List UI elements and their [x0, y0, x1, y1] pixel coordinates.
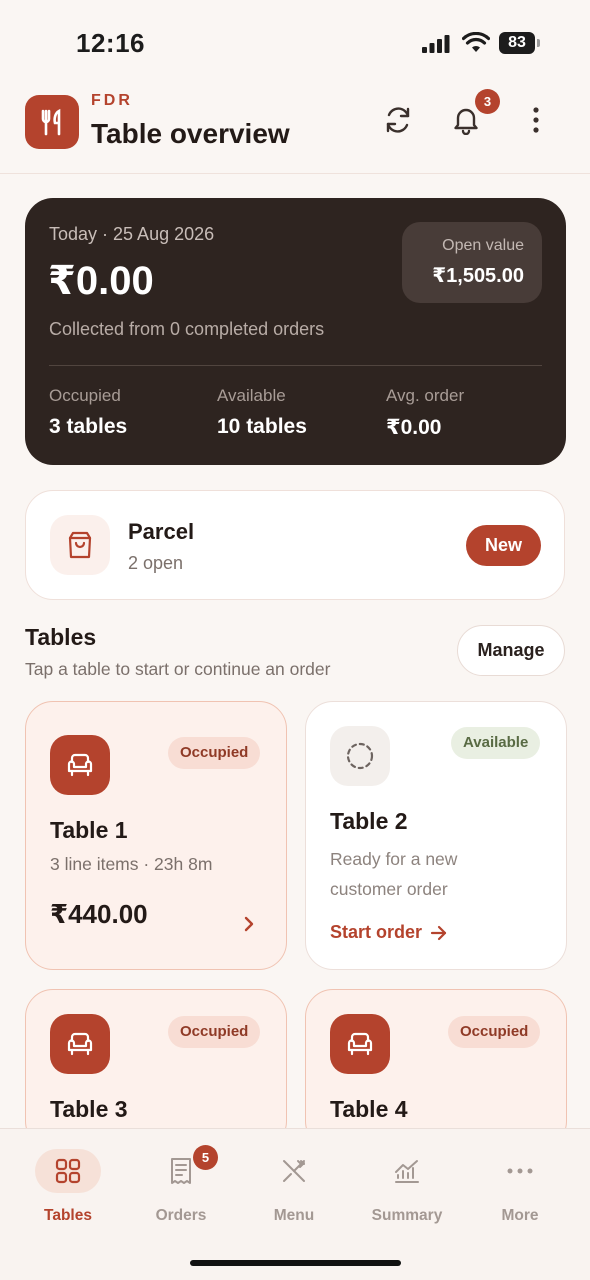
- nav-label: Orders: [155, 1207, 207, 1224]
- table-name: Table 1: [50, 817, 128, 843]
- section-subtitle: Tap a table to start or continue an orde…: [25, 659, 331, 679]
- notification-badge: 3: [475, 89, 500, 114]
- more-horizontal-icon: [507, 1168, 533, 1174]
- page-title: Table overview: [91, 118, 290, 149]
- orders-badge: 5: [193, 1145, 218, 1170]
- app-header: FDR Table overview: [0, 80, 590, 174]
- stat-label: Avg. order: [386, 386, 465, 405]
- utensils-crossed-icon: [283, 1160, 305, 1182]
- table-card-4[interactable]: Occupied Table 4: [305, 989, 567, 1149]
- restaurant-logo-icon: [25, 95, 79, 149]
- collected-amount: ₹0.00: [48, 259, 154, 303]
- signal-icon: [422, 35, 450, 53]
- start-order-link[interactable]: Start order: [330, 922, 448, 943]
- armchair-icon: [50, 1014, 110, 1074]
- wifi-icon: [462, 32, 490, 52]
- battery-icon: 83: [499, 32, 541, 54]
- nav-label: Menu: [273, 1207, 315, 1224]
- nav-tables[interactable]: Tables: [23, 1149, 113, 1225]
- status-badge: Occupied: [168, 1016, 261, 1048]
- armchair-icon: [330, 1014, 390, 1074]
- start-order-label: Start order: [330, 922, 423, 942]
- grid-icon: [55, 1158, 81, 1184]
- refresh-icon: [386, 107, 410, 133]
- empty-table-icon: [330, 726, 390, 786]
- table-card-3[interactable]: Occupied Table 3: [25, 989, 287, 1149]
- nav-menu[interactable]: Menu: [249, 1149, 339, 1225]
- nav-summary[interactable]: Summary: [362, 1149, 452, 1225]
- stat-value: ₹0.00: [386, 416, 442, 439]
- bell-icon: [454, 108, 478, 135]
- open-value-box: Open value ₹1,505.00: [402, 222, 542, 303]
- nav-more[interactable]: More: [475, 1149, 565, 1225]
- status-badge: Available: [451, 727, 541, 759]
- manage-tables-button[interactable]: Manage: [457, 625, 565, 676]
- shopping-bag-icon: [50, 515, 110, 575]
- table-card-2[interactable]: Available Table 2 Ready for a new custom…: [305, 701, 567, 970]
- chevron-right-icon: [244, 916, 254, 932]
- nav-label: Tables: [44, 1207, 92, 1224]
- table-name: Table 3: [50, 1096, 128, 1122]
- status-time: 12:16: [76, 28, 145, 58]
- nav-label: More: [501, 1207, 539, 1224]
- parcel-name: Parcel: [128, 519, 195, 544]
- battery-level: 83: [499, 32, 535, 54]
- table-meta: 3 line items · 23h 8m: [50, 854, 213, 874]
- parcel-card[interactable]: Parcel 2 open New: [25, 490, 565, 600]
- stat-avg-order: Avg. order ₹0.00: [386, 386, 464, 440]
- section-title: Tables: [25, 624, 97, 650]
- divider: [49, 365, 542, 366]
- open-value-label: Open value: [442, 237, 524, 254]
- summary-date: Today · 25 Aug 2026: [49, 224, 215, 244]
- stat-occupied: Occupied 3 tables: [49, 386, 127, 439]
- parcel-open-count: 2 open: [128, 553, 184, 573]
- more-options-button[interactable]: [516, 100, 556, 140]
- table-card-1[interactable]: Occupied Table 1 3 line items · 23h 8m ₹…: [25, 701, 287, 970]
- open-value: ₹1,505.00: [432, 265, 524, 287]
- status-badge: Occupied: [168, 737, 261, 769]
- table-description: Ready for a new customer order: [330, 849, 458, 899]
- table-amount: ₹440.00: [50, 899, 148, 929]
- bottom-navigation: Tables Orders Menu Summary More: [0, 1128, 590, 1280]
- status-bar: 12:16 83: [0, 0, 590, 80]
- stat-available: Available 10 tables: [217, 386, 307, 439]
- table-name: Table 4: [330, 1096, 408, 1122]
- stat-label: Occupied: [49, 386, 121, 405]
- chart-icon: [395, 1160, 419, 1183]
- stat-value: 3 tables: [49, 415, 128, 438]
- brand-name: FDR: [91, 92, 133, 109]
- new-parcel-button[interactable]: New: [466, 525, 541, 566]
- daily-summary-card: Today · 25 Aug 2026 ₹0.00 Collected from…: [25, 198, 566, 465]
- status-badge: Occupied: [448, 1016, 541, 1048]
- nav-label: Summary: [371, 1207, 443, 1224]
- table-name: Table 2: [330, 808, 408, 834]
- home-indicator: [190, 1260, 401, 1266]
- collected-caption: Collected from 0 completed orders: [49, 319, 325, 339]
- stat-label: Available: [217, 386, 286, 405]
- stat-value: 10 tables: [217, 415, 307, 438]
- more-vertical-icon: [533, 107, 539, 133]
- armchair-icon: [50, 735, 110, 795]
- receipt-icon: [171, 1158, 191, 1184]
- refresh-button[interactable]: [378, 100, 418, 140]
- arrow-right-icon: [430, 925, 447, 940]
